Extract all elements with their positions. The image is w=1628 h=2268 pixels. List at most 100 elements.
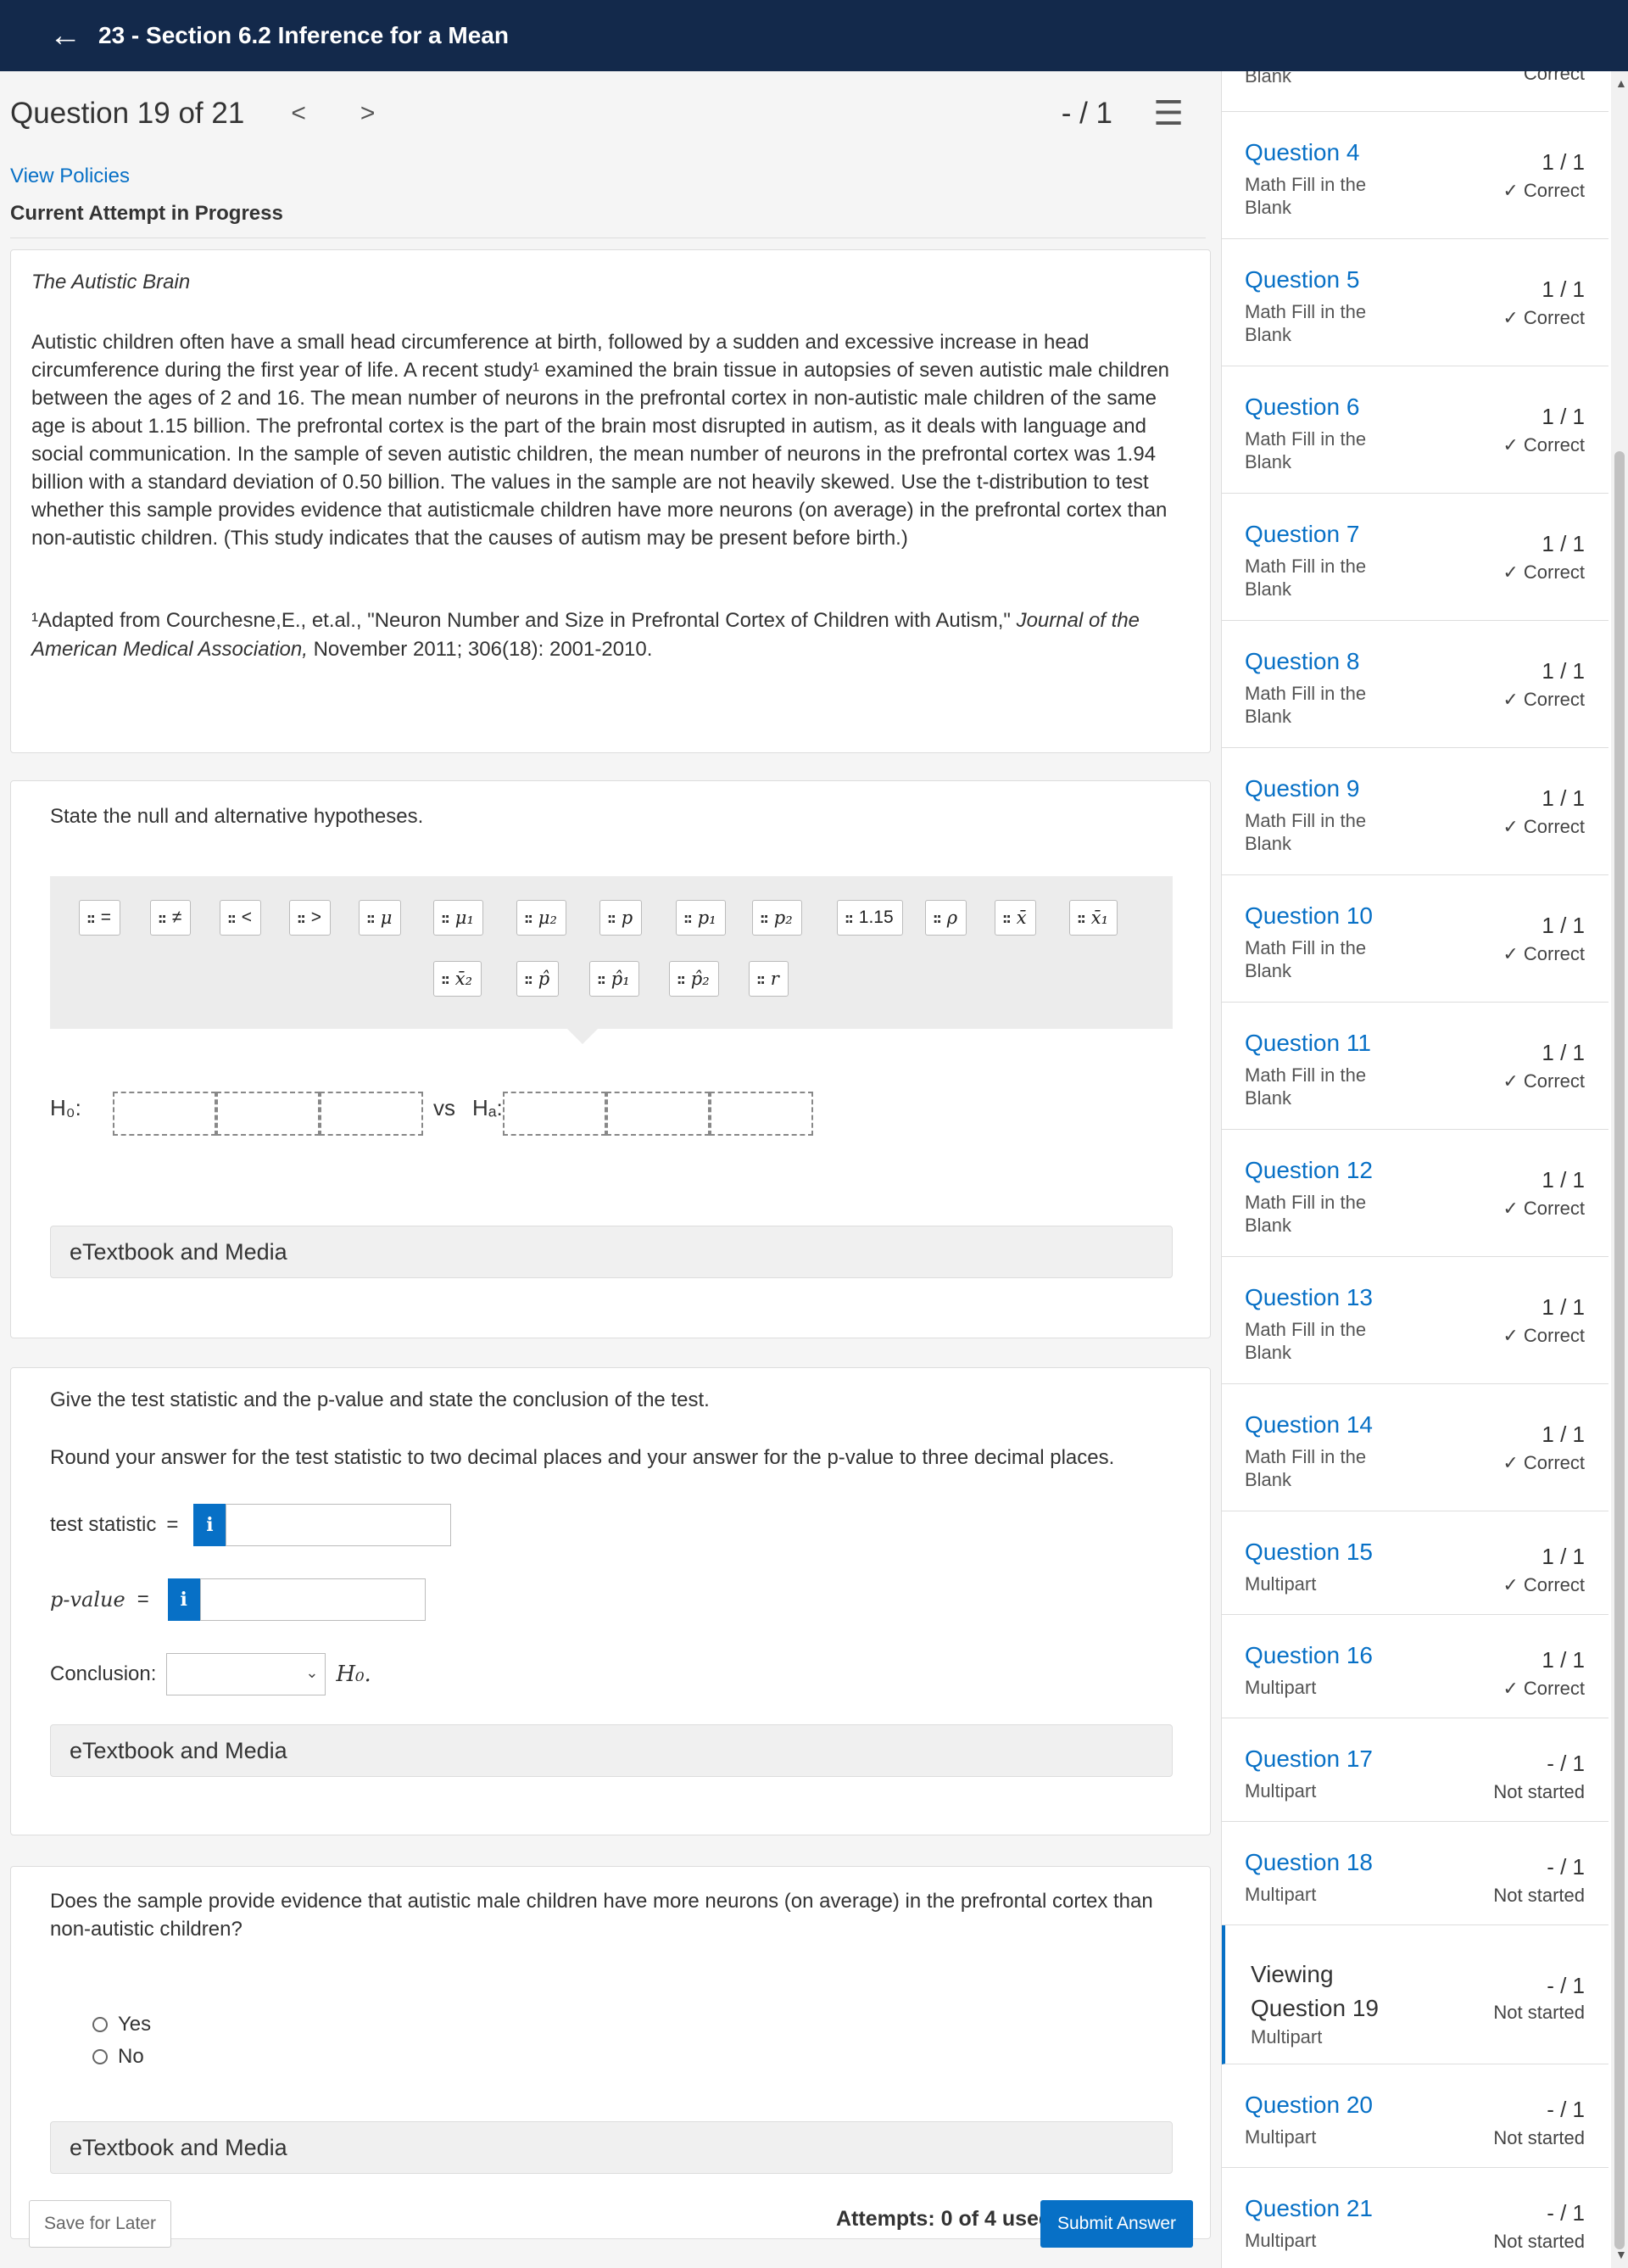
ha-drop-slot-1[interactable] (503, 1092, 606, 1136)
sidebar-item-type: Multipart (1245, 1780, 1317, 1802)
ha-label: Hₐ: (472, 1095, 503, 1120)
etextbook-media-button[interactable]: eTextbook and Media (50, 1724, 1173, 1777)
chip-less-than[interactable]: :: < (220, 900, 262, 936)
view-policies-link[interactable]: View Policies (10, 165, 130, 188)
sidebar-item-type: Math Fill in the Blank (1245, 810, 1367, 854)
chip-x-bar-1[interactable]: :: x̄₁ (1069, 900, 1118, 936)
sidebar-item-question[interactable]: Viewing Question 19 Multipart - / 1 Not sta… (1222, 1925, 1608, 2064)
sidebar-item-score: 1 / 1 (1542, 1647, 1585, 1673)
scrollbar-thumb[interactable] (1614, 451, 1625, 2249)
sidebar-item-status: ✓ Correct (1503, 1678, 1585, 1699)
h0-drop-slot-3[interactable] (320, 1092, 423, 1136)
radio-circle[interactable] (92, 2049, 108, 2064)
numbered-list-icon[interactable]: ☰ (1153, 94, 1184, 133)
chip-not-equal[interactable]: :: ≠ (150, 900, 192, 936)
sidebar-item-score: 1 / 1 (1542, 149, 1585, 175)
sidebar-item-type: Multipart (1245, 2230, 1317, 2251)
etextbook-media-button[interactable]: eTextbook and Media (50, 1226, 1173, 1278)
arrow-left-icon[interactable]: ← (49, 20, 81, 52)
sidebar-item-title: Question 12 (1245, 1157, 1373, 1183)
vs-label: vs (433, 1095, 455, 1120)
footnote-date: November 2011; 306(18): 2001-2010. (313, 638, 653, 661)
etextbook-media-button[interactable]: eTextbook and Media (50, 2121, 1173, 2174)
sidebar-item-question[interactable]: Question 15 Multipart 1 / 1 ✓ Correct (1222, 1511, 1608, 1615)
question-list-sidebar: Blank Correct ▲ ▼ Question 4 Math Fill in… (1221, 71, 1628, 2268)
sidebar-item-score: 1 / 1 (1542, 1294, 1585, 1320)
sidebar-item-question[interactable]: Question 10 Math Fill in the Blank 1 / 1 ✓ … (1222, 875, 1608, 1003)
conclusion-select[interactable]: ⌄ (166, 1653, 326, 1695)
chip-r[interactable]: :: r (749, 961, 789, 997)
ha-drop-slot-2[interactable] (606, 1092, 710, 1136)
sidebar-item-question[interactable]: Question 12 Math Fill in the Blank 1 / 1 ✓ … (1222, 1130, 1608, 1257)
chip-mu[interactable]: :: μ (359, 900, 402, 936)
sidebar-item-question[interactable]: Question 21 Multipart - / 1 Not started (1222, 2168, 1608, 2268)
chip-mu1[interactable]: :: μ₁ (433, 900, 483, 936)
sidebar-item-type: Math Fill in the Blank (1245, 428, 1367, 472)
sidebar-item-question[interactable]: Question 11 Math Fill in the Blank 1 / 1 ✓ … (1222, 1003, 1608, 1130)
chip-equals[interactable]: :: = (79, 900, 121, 936)
sidebar-item-score: 1 / 1 (1542, 531, 1585, 556)
sidebar-item-question[interactable]: Question 18 Multipart - / 1 Not started (1222, 1822, 1608, 1925)
sidebar-item-score: - / 1 (1547, 1854, 1585, 1880)
chip-p-hat-1[interactable]: :: p̂₁ (589, 961, 639, 997)
sidebar-item-type: Math Fill in the Blank (1245, 1192, 1367, 1236)
sidebar-item-score: - / 1 (1547, 1751, 1585, 1776)
problem-text: Autistic children often have a small hea… (31, 331, 1170, 550)
save-for-later-button[interactable]: Save for Later (29, 2200, 171, 2248)
sidebar-item-question[interactable]: Question 6 Math Fill in the Blank 1 / 1 ✓ C… (1222, 366, 1608, 494)
sidebar-scrollbar[interactable]: ▲ ▼ (1611, 71, 1628, 2268)
radio-yes[interactable]: Yes (92, 2013, 151, 2036)
sidebar-item-question[interactable]: Question 16 Multipart 1 / 1 ✓ Correct (1222, 1615, 1608, 1718)
chip-p1[interactable]: :: p₁ (676, 900, 726, 936)
chip-p[interactable]: :: p (599, 900, 643, 936)
chip-mu2[interactable]: :: μ₂ (516, 900, 566, 936)
sidebar-item-question[interactable]: Question 8 Math Fill in the Blank 1 / 1 ✓ C… (1222, 621, 1608, 748)
sidebar-item-partial[interactable]: Blank Correct (1222, 71, 1608, 112)
sidebar-item-question[interactable]: Question 14 Math Fill in the Blank 1 / 1 ✓ … (1222, 1384, 1608, 1511)
chip-p-hat[interactable]: :: p̂ (516, 961, 560, 997)
sidebar-item-question[interactable]: Question 5 Math Fill in the Blank 1 / 1 ✓ C… (1222, 239, 1608, 366)
test-statistic-row: test statistic = i (50, 1504, 452, 1546)
info-icon[interactable]: i (167, 1578, 200, 1621)
sidebar-item-question[interactable]: Question 17 Multipart - / 1 Not started (1222, 1718, 1608, 1822)
sidebar-item-question[interactable]: Question 7 Math Fill in the Blank 1 / 1 ✓ C… (1222, 494, 1608, 621)
sidebar-item-question[interactable]: Question 13 Math Fill in the Blank 1 / 1 ✓ … (1222, 1257, 1608, 1384)
radio-no[interactable]: No (92, 2045, 144, 2069)
sidebar-item-question[interactable]: Question 9 Math Fill in the Blank 1 / 1 ✓ C… (1222, 748, 1608, 875)
sidebar-item-title: Question 5 (1245, 266, 1360, 293)
p-value-input[interactable] (199, 1578, 426, 1621)
sidebar-item-type: Multipart (1245, 1884, 1317, 1905)
sidebar-item-title: Question 7 (1245, 521, 1360, 547)
chip-x-bar-2[interactable]: :: x̄₂ (433, 961, 482, 997)
submit-answer-button[interactable]: Submit Answer (1040, 2200, 1193, 2248)
sidebar-item-title: Question 21 (1245, 2195, 1373, 2221)
chip-greater-than[interactable]: :: > (289, 900, 332, 936)
sidebar-item-type: Multipart (1245, 2126, 1317, 2148)
sidebar-item-question[interactable]: Question 4 Math Fill in the Blank 1 / 1 ✓ C… (1222, 112, 1608, 239)
part-evidence: Does the sample provide evidence that au… (10, 1866, 1211, 2239)
next-question-button[interactable]: > (360, 99, 376, 128)
chip-p2[interactable]: :: p₂ (752, 900, 802, 936)
chip-p-hat-2[interactable]: :: p̂₂ (669, 961, 719, 997)
radio-circle[interactable] (92, 2017, 108, 2032)
h0-drop-slot-2[interactable] (216, 1092, 320, 1136)
prev-question-button[interactable]: < (291, 99, 306, 128)
sidebar-item-score: 1 / 1 (1542, 404, 1585, 429)
equals-sign: = (166, 1513, 179, 1536)
part-hypotheses: State the null and alternative hypothese… (10, 780, 1211, 1338)
evidence-prompt: Does the sample provide evidence that au… (50, 1890, 1153, 1941)
scroll-down-icon[interactable]: ▼ (1615, 2248, 1627, 2261)
sidebar-item-question[interactable]: Question 20 Multipart - / 1 Not started (1222, 2064, 1608, 2168)
sidebar-item-status: Not started (1493, 1885, 1585, 1906)
scroll-up-icon[interactable]: ▲ (1615, 76, 1627, 90)
test-statistic-input[interactable] (226, 1504, 452, 1546)
chip-1-15[interactable]: :: 1.15 (837, 900, 903, 936)
sidebar-item-type: Math Fill in the Blank (1245, 1064, 1367, 1109)
h0-drop-slot-1[interactable] (113, 1092, 216, 1136)
sidebar-item-title: Question 11 (1245, 1030, 1371, 1056)
sidebar-item-score: - / 1 (1547, 2097, 1585, 2122)
chip-x-bar[interactable]: :: x̄ (995, 900, 1036, 936)
chip-rho[interactable]: :: ρ (925, 900, 967, 936)
info-icon[interactable]: i (193, 1504, 226, 1546)
ha-drop-slot-3[interactable] (710, 1092, 813, 1136)
